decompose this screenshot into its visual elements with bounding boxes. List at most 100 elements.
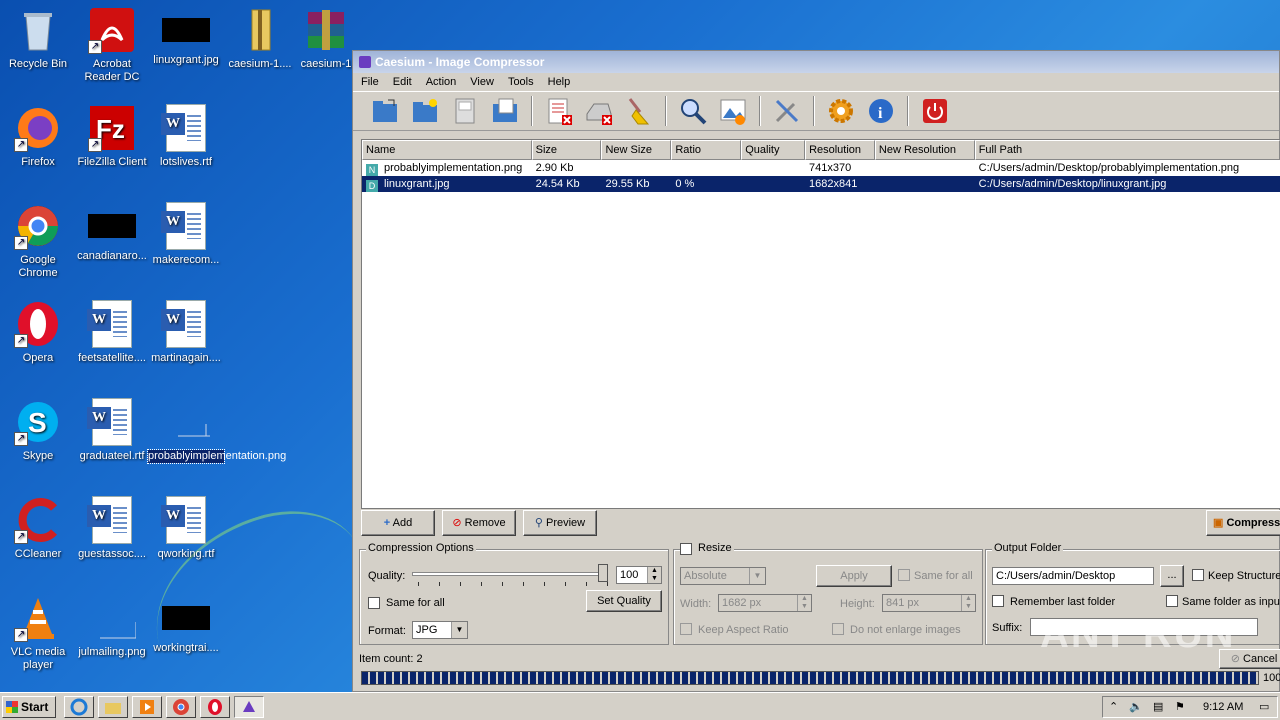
graduateel-file[interactable]: W graduateel.rtf [74, 398, 150, 463]
column-quality[interactable]: Quality [741, 140, 806, 160]
info-icon[interactable]: i [863, 94, 899, 128]
resize-checkbox[interactable] [680, 543, 692, 555]
column-size[interactable]: Size [531, 140, 602, 160]
action-center-flag-icon[interactable]: ⚑ [1175, 700, 1185, 713]
remove-button[interactable]: ⊘ Remove [442, 510, 516, 536]
power-icon[interactable] [917, 94, 953, 128]
column-new-resolution[interactable]: New Resolution [874, 140, 975, 160]
probablyimplementation-file[interactable]: probablyimplementation.png [147, 398, 286, 464]
media-player-taskbar-button[interactable] [132, 696, 162, 718]
preview-image-icon[interactable] [715, 94, 751, 128]
word-doc-icon: W [161, 300, 206, 348]
column-resolution[interactable]: Resolution [805, 140, 875, 160]
quality-slider[interactable] [412, 572, 608, 576]
caesium-archive[interactable]: caesium-1 [296, 6, 356, 71]
table-row[interactable]: Dlinuxgrant.jpg 24.54 Kb 29.55 Kb 0 % 16… [362, 176, 1280, 192]
cell-resolution: 741x370 [809, 162, 852, 174]
shortcut-arrow-icon: ↗ [14, 138, 28, 152]
caesium-folder[interactable]: caesium-1.... [222, 6, 298, 71]
width-field[interactable]: 1682 px ▲ ▼ [718, 594, 812, 612]
quality-spinbox[interactable]: 100 ▲ ▼ [616, 566, 662, 584]
explorer-taskbar-button[interactable] [98, 696, 128, 718]
chrome-shortcut[interactable]: ↗ Google Chrome [0, 202, 76, 280]
same-folder-checkbox[interactable] [1166, 595, 1178, 607]
spin-arrows-icon[interactable]: ▲ ▼ [961, 595, 975, 611]
copy-icon[interactable] [487, 94, 523, 128]
column-name[interactable]: Name [362, 140, 532, 160]
broom-icon[interactable] [621, 94, 657, 128]
show-hidden-icons-icon[interactable]: ⌃ [1109, 700, 1118, 713]
open-folder-icon[interactable] [367, 94, 403, 128]
filezilla-shortcut[interactable]: Fz ↗ FileZilla Client [74, 104, 150, 169]
zoom-icon[interactable] [675, 94, 711, 128]
menu-edit[interactable]: Edit [393, 73, 412, 91]
opera-shortcut[interactable]: ↗ Opera [0, 300, 76, 365]
clear-list-icon[interactable] [581, 94, 617, 128]
column-new-size[interactable]: New Size [601, 140, 672, 160]
guestassoc-file[interactable]: W guestassoc.... [74, 496, 150, 561]
keep-aspect-checkbox[interactable] [680, 623, 692, 635]
clock[interactable]: 9:12 AM [1203, 701, 1243, 713]
opera-taskbar-button[interactable] [200, 696, 230, 718]
qworking-file[interactable]: W qworking.rtf [148, 496, 224, 561]
keep-aspect-label: Keep Aspect Ratio [698, 624, 789, 636]
resize-mode-select[interactable]: Absolute ▼ [680, 567, 766, 585]
tools-icon[interactable] [769, 94, 805, 128]
no-enlarge-label: Do not enlarge images [850, 624, 961, 636]
menu-help[interactable]: Help [548, 73, 571, 91]
same-for-all-checkbox[interactable] [368, 597, 380, 609]
linuxgrant-file[interactable]: linuxgrant.jpg [148, 6, 224, 67]
window-titlebar[interactable]: Caesium - Image Compressor [353, 51, 1279, 73]
makerecom-file[interactable]: W makerecom... [148, 202, 224, 267]
column-ratio[interactable]: Ratio [671, 140, 742, 160]
start-button[interactable]: Start [2, 696, 56, 718]
quality-slider-thumb[interactable] [598, 564, 608, 582]
menu-file[interactable]: File [361, 73, 379, 91]
menu-tools[interactable]: Tools [508, 73, 534, 91]
volume-icon[interactable]: 🔈 [1129, 700, 1143, 713]
keep-structure-checkbox[interactable] [1192, 569, 1204, 581]
julmailing-file[interactable]: julmailing.png [74, 594, 150, 659]
resize-same-for-all-checkbox[interactable] [898, 569, 910, 581]
remember-folder-checkbox[interactable] [992, 595, 1004, 607]
browse-button[interactable]: ... [1160, 565, 1184, 587]
canadianaro-file[interactable]: canadianaro... [74, 202, 150, 263]
format-select[interactable]: JPG ▼ [412, 621, 468, 639]
apply-button[interactable]: Apply [816, 565, 892, 587]
settings-gear-icon[interactable] [823, 94, 859, 128]
height-field[interactable]: 841 px ▲ ▼ [882, 594, 976, 612]
ie-taskbar-button[interactable] [64, 696, 94, 718]
ccleaner-shortcut[interactable]: ↗ CCleaner [0, 496, 76, 561]
lotslives-file[interactable]: W lotslives.rtf [148, 104, 224, 169]
no-enlarge-checkbox[interactable] [832, 623, 844, 635]
output-path-field[interactable]: C:/Users/admin/Desktop [992, 567, 1154, 585]
martinagain-file[interactable]: W martinagain.... [148, 300, 224, 365]
caesium-taskbar-button[interactable] [234, 696, 264, 718]
workingtrai-file[interactable]: workingtrai.... [148, 594, 224, 655]
show-desktop-icon[interactable]: ▭ [1259, 700, 1269, 713]
firefox-shortcut[interactable]: ↗ Firefox [0, 104, 76, 169]
skype-shortcut[interactable]: S ↗ Skype [0, 398, 76, 463]
icon-label: Firefox [21, 156, 55, 168]
add-folder-icon[interactable] [407, 94, 443, 128]
acrobat-shortcut[interactable]: ↗ Acrobat Reader DC [74, 6, 150, 84]
network-icon[interactable]: ▤ [1153, 700, 1163, 713]
save-icon[interactable] [447, 94, 483, 128]
set-quality-button[interactable]: Set Quality [586, 590, 662, 612]
recycle-bin-shortcut[interactable]: Recycle Bin [0, 6, 76, 71]
file-list[interactable]: Name Size New Size Ratio Quality Resolut… [361, 139, 1280, 509]
spin-arrows-icon[interactable]: ▲ ▼ [797, 595, 811, 611]
preview-button[interactable]: ⚲ Preview [523, 510, 597, 536]
remove-item-icon[interactable] [541, 94, 577, 128]
vlc-shortcut[interactable]: ↗ VLC media player [0, 594, 76, 672]
shortcut-arrow-icon: ↗ [14, 334, 28, 348]
column-full-path[interactable]: Full Path [974, 140, 1280, 160]
chrome-taskbar-button[interactable] [166, 696, 196, 718]
feetsatellite-file[interactable]: W feetsatellite.... [74, 300, 150, 365]
compress-button[interactable]: ▣ Compress [1206, 510, 1280, 536]
menu-view[interactable]: View [470, 73, 494, 91]
table-row[interactable]: Nprobablyimplementation.png 2.90 Kb 741x… [362, 160, 1280, 176]
menu-action[interactable]: Action [426, 73, 457, 91]
spin-arrows-icon[interactable]: ▲ ▼ [647, 567, 661, 583]
add-button[interactable]: + Add [361, 510, 435, 536]
